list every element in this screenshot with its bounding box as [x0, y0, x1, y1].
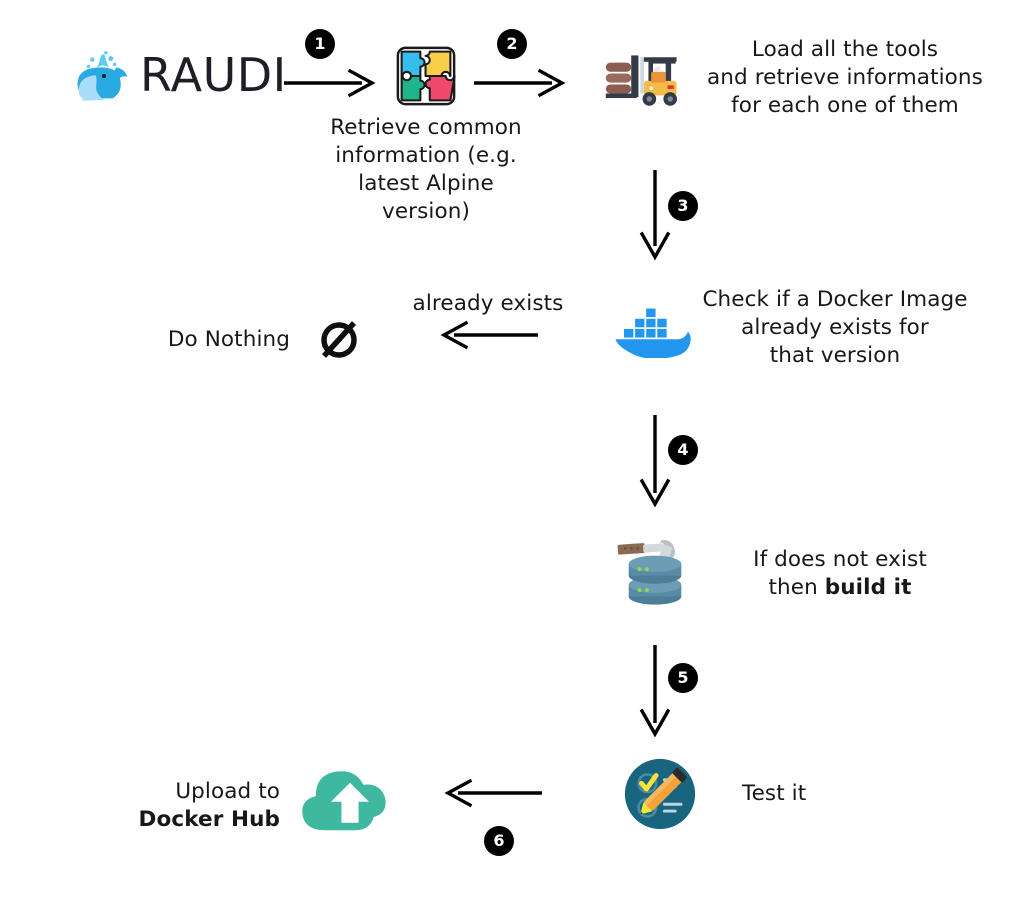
edge-4-badge: 4	[668, 435, 698, 465]
edge-2-badge: 2	[497, 29, 527, 59]
edge-already-exists-label: already exists	[412, 291, 564, 316]
upload-caption-bold: Docker Hub	[138, 807, 280, 832]
cloud-upload-icon	[296, 760, 404, 836]
page-title: RAUDI	[140, 48, 287, 102]
build-caption: If does not exist then build it	[700, 546, 980, 602]
edge-1-arrow	[284, 68, 376, 98]
upload-caption-plain: Upload to	[175, 779, 280, 804]
edge-2-arrow	[474, 68, 566, 98]
edge-6-badge: 6	[484, 826, 514, 856]
puzzle-caption: Retrieve common information (e.g. latest…	[330, 115, 522, 224]
edge-5-badge: 5	[668, 663, 698, 693]
test-caption: Test it	[742, 781, 807, 806]
do-nothing-caption: Do Nothing	[167, 327, 290, 352]
whale-icon	[72, 46, 134, 108]
upload-caption: Upload to Docker Hub	[110, 778, 280, 834]
null-set-icon	[315, 316, 363, 364]
edge-3-badge: 3	[668, 191, 698, 221]
edge-5-arrow	[635, 645, 675, 738]
docker-check-caption: Check if a Docker Image already exists f…	[702, 287, 968, 368]
puzzle-icon	[396, 46, 456, 106]
hammer-database-icon	[614, 533, 696, 611]
edge-already-exists-arrow	[440, 320, 540, 350]
forklift-icon	[604, 48, 682, 110]
edge-3-arrow	[635, 170, 675, 261]
checklist-pencil-icon	[621, 755, 699, 833]
diagram-canvas: RAUDI 1 Retrieve common information (e.g…	[0, 0, 1024, 907]
docker-whale-icon	[612, 300, 694, 358]
forklift-caption: Load all the tools and retrieve informat…	[707, 37, 983, 118]
edge-1-badge: 1	[305, 29, 335, 59]
edge-6-arrow	[444, 778, 544, 808]
edge-4-arrow	[635, 415, 675, 508]
build-caption-bold: build it	[824, 575, 912, 600]
